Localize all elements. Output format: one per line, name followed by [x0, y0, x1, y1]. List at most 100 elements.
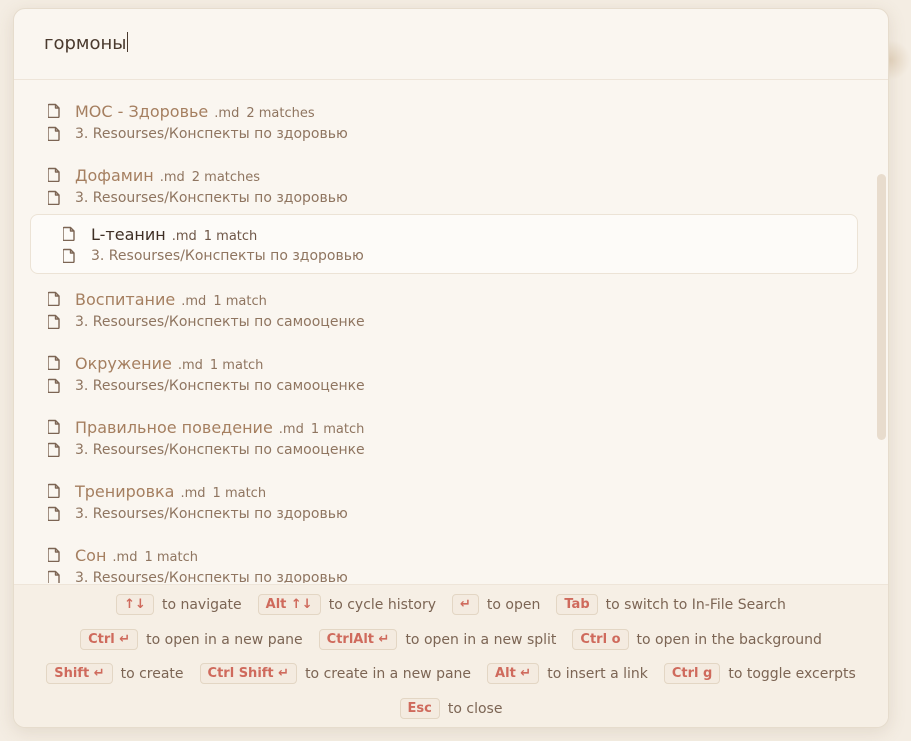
result-title: Правильное поведение [75, 418, 273, 437]
hint-text: to create in a new pane [305, 665, 472, 682]
shortcut-key: Esc [399, 698, 440, 719]
result-title: Окружение [75, 354, 172, 373]
result-item[interactable]: Воспитание .md 1 match 3. Resourses/Конспек… [14, 272, 888, 336]
hints-row-3: Shift ↵ to create Ctrl Shift ↵ to create in… [14, 663, 888, 684]
hint-item: Alt ↑↓ to cycle history [257, 594, 436, 615]
hint-item: Ctrl g to toggle excerpts [663, 663, 856, 684]
hint-text: to switch to In-File Search [605, 596, 786, 613]
file-icon [47, 355, 60, 371]
search-input[interactable]: гормоны [44, 32, 129, 54]
hint-item: Ctrl ↵ to open in a new pane [80, 629, 303, 650]
file-icon [47, 483, 60, 499]
result-item[interactable]: L-теанин .md 1 match 3. Resourses/Конспекты… [30, 214, 858, 274]
result-title: L-теанин [91, 225, 166, 244]
file-icon [47, 547, 60, 563]
hint-item: ↑↓ to navigate [116, 594, 242, 615]
result-path: 3. Resourses/Конспекты по здоровью [75, 506, 348, 522]
shortcut-key: Alt ↵ [487, 663, 540, 684]
result-path: 3. Resourses/Конспекты по здоровью [75, 126, 348, 142]
shortcut-key: Ctrl g [663, 663, 721, 684]
result-match-count: 1 match [203, 229, 258, 244]
hint-text: to open in the background [636, 631, 822, 648]
result-heading: Тренировка .md 1 match [75, 482, 266, 501]
shortcut-key: Ctrl Shift ↵ [199, 663, 298, 684]
result-match-count: 1 match [209, 358, 264, 373]
results-scroll-content: Воздержание.md3 matches3. Resourses/Конс… [14, 80, 888, 583]
file-icon [47, 190, 60, 206]
result-title: Дофамин [75, 166, 154, 185]
shortcut-key: Ctrl o [572, 629, 629, 650]
file-icon [62, 226, 75, 242]
result-item[interactable]: Тренировка .md 1 match 3. Resourses/Конспек… [14, 464, 888, 528]
hint-text: to insert a link [547, 665, 648, 682]
result-path: 3. Resourses/Конспекты по самооценке [75, 314, 365, 330]
shortcut-key: Tab [556, 594, 598, 615]
result-title: Сон [75, 546, 107, 565]
shortcut-key: ↑↓ [116, 594, 154, 615]
file-icon [47, 126, 60, 142]
result-match-count: 1 match [310, 422, 365, 437]
file-icon [47, 378, 60, 394]
result-path: 3. Resourses/Конспекты по самооценке [75, 442, 365, 458]
search-query-text: гормоны [44, 33, 127, 54]
result-match-count: 1 match [144, 550, 199, 565]
result-extension: .md [112, 550, 138, 565]
result-title: Воспитание [75, 290, 176, 309]
hint-text: to open [486, 596, 541, 613]
hints-row-2: Ctrl ↵ to open in a new pane CtrlAlt ↵ to o… [14, 629, 888, 650]
result-path: 3. Resourses/Конспекты по самооценке [75, 378, 365, 394]
hint-text: to open in a new split [405, 631, 557, 648]
search-bar[interactable]: гормоны [14, 9, 888, 80]
result-match-count: 2 matches [191, 170, 261, 185]
result-item[interactable]: Правильное поведение .md 1 match 3. Resours… [14, 400, 888, 464]
hint-text: to toggle excerpts [728, 665, 856, 682]
result-extension: .md [180, 486, 206, 501]
hint-item: Shift ↵ to create [46, 663, 184, 684]
result-heading: Окружение .md 1 match [75, 354, 263, 373]
shortcut-key: Ctrl ↵ [80, 629, 139, 650]
result-extension: .md [171, 229, 197, 244]
hint-text: to cycle history [328, 596, 436, 613]
hint-text: to create [120, 665, 184, 682]
result-heading: Дофамин .md 2 matches [75, 166, 260, 185]
result-item[interactable]: МОС - Здоровье .md 2 matches 3. Resourses/К… [14, 84, 888, 148]
result-heading: МОС - Здоровье .md 2 matches [75, 102, 315, 121]
file-icon [47, 291, 60, 307]
scrollbar-thumb[interactable] [877, 174, 886, 440]
file-icon [47, 419, 60, 435]
hint-item: ↵ to open [452, 594, 540, 615]
hints-row-1: ↑↓ to navigate Alt ↑↓ to cycle history ↵ to o… [14, 594, 888, 615]
hint-item: Ctrl o to open in the background [572, 629, 822, 650]
result-match-count: 1 match [212, 486, 267, 501]
file-icon [47, 314, 60, 330]
file-icon [47, 103, 60, 119]
hints-row-4: Esc to close [14, 698, 888, 719]
results-list[interactable]: Воздержание.md3 matches3. Resourses/Конс… [14, 80, 888, 583]
result-path: 3. Resourses/Конспекты по здоровью [75, 190, 348, 206]
hint-item: Esc to close [399, 698, 503, 719]
file-icon [47, 506, 60, 522]
result-item[interactable]: Окружение .md 1 match 3. Resourses/Конспект… [14, 336, 888, 400]
result-title: Тренировка [75, 482, 175, 501]
result-item[interactable]: Сон .md 1 match 3. Resourses/Конспекты по з… [14, 528, 888, 583]
file-icon [47, 570, 60, 583]
result-path: 3. Resourses/Конспекты по здоровью [91, 248, 364, 264]
result-item[interactable]: Дофамин .md 2 matches 3. Resourses/Конспект… [14, 148, 888, 212]
hints-bar: ↑↓ to navigate Alt ↑↓ to cycle history ↵ to o… [14, 584, 888, 727]
result-extension: .md [214, 106, 240, 121]
quick-search-modal: гормоны Воздержание.md3 matches3. Resour… [13, 8, 889, 728]
shortcut-key: Alt ↑↓ [257, 594, 321, 615]
shortcut-key: Shift ↵ [46, 663, 113, 684]
hint-text: to navigate [161, 596, 242, 613]
file-icon [47, 167, 60, 183]
hint-text: to close [447, 700, 503, 717]
hint-item: Tab to switch to In-File Search [556, 594, 786, 615]
result-heading: Правильное поведение .md 1 match [75, 418, 364, 437]
hint-text: to open in a new pane [146, 631, 303, 648]
result-heading: Воспитание .md 1 match [75, 290, 267, 309]
result-heading: Сон .md 1 match [75, 546, 198, 565]
result-heading: L-теанин .md 1 match [91, 225, 257, 244]
file-icon [62, 248, 75, 264]
shortcut-key: ↵ [452, 594, 479, 615]
file-icon [47, 442, 60, 458]
